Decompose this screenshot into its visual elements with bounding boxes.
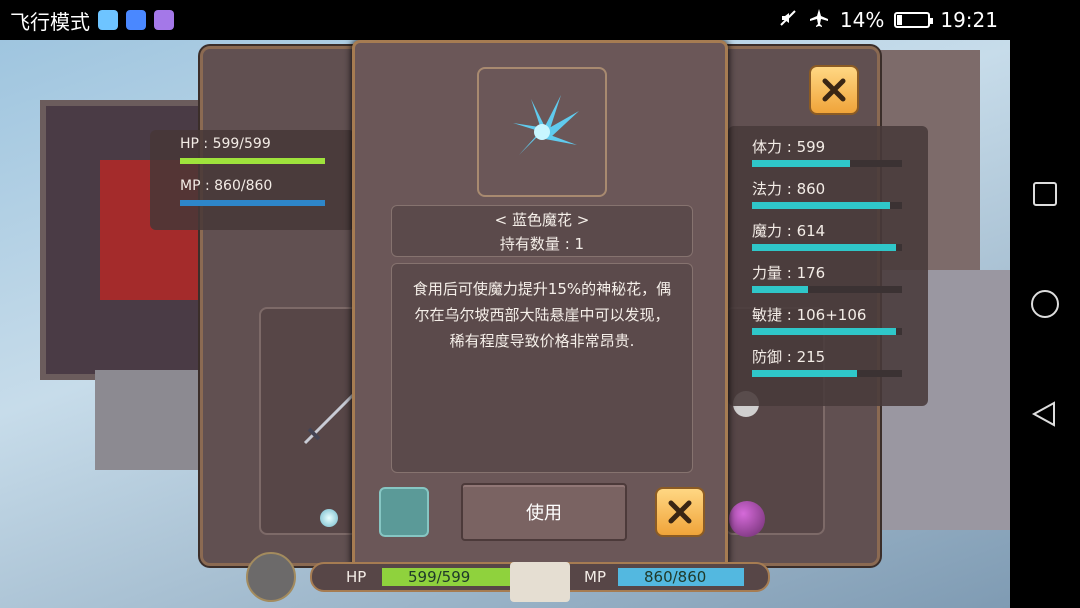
navigation-bar	[1010, 0, 1080, 608]
attribute-row: 体力 : 599	[752, 136, 902, 167]
attributes-panel: 体力 : 599 法力 : 860 魔力 : 614 力量 : 176 敏捷 :…	[728, 126, 928, 406]
battery-percent: 14%	[839, 8, 885, 32]
sword-icon	[299, 389, 359, 453]
attribute-bar	[752, 286, 902, 293]
cards-icon[interactable]	[510, 562, 570, 602]
hud-hp-value: 599/599	[408, 568, 471, 586]
mp-bar-fill	[180, 200, 325, 206]
attribute-label: 法力 : 860	[752, 180, 826, 198]
use-button[interactable]: 使用	[461, 483, 627, 541]
attribute-label: 敏捷 : 106+106	[752, 306, 867, 324]
hud-mp-value: 860/860	[644, 568, 707, 586]
attribute-bar-fill	[752, 202, 890, 209]
attribute-row: 敏捷 : 106+106	[752, 304, 902, 335]
clock: 19:21	[940, 8, 998, 32]
attribute-bar	[752, 370, 902, 377]
mp-bar	[180, 200, 325, 206]
attribute-row: 力量 : 176	[752, 262, 902, 293]
attribute-row: 法力 : 860	[752, 178, 902, 209]
item-name-box: < 蓝色魔花 > 持有数量 : 1	[391, 205, 693, 257]
airplane-icon	[808, 7, 830, 34]
game-scene: HP : 599/599 MP : 860/860 体力 : 599 法力 : …	[0, 40, 1010, 608]
hud-mp-label: MP	[584, 568, 606, 586]
mute-icon	[778, 8, 798, 33]
hp-bar-fill	[180, 158, 325, 164]
hp-label: HP : 599/599	[180, 136, 271, 152]
status-bar: 飞行模式 14% 19:21	[0, 0, 1010, 40]
attribute-bar-fill	[752, 328, 896, 335]
attribute-label: 防御 : 215	[752, 348, 826, 366]
popup-close-button[interactable]	[655, 487, 705, 537]
attribute-bar-fill	[752, 286, 808, 293]
hud-hp-label: HP	[346, 568, 367, 586]
back-button[interactable]	[1025, 394, 1065, 434]
attribute-bar-fill	[752, 160, 850, 167]
attribute-bar-fill	[752, 244, 896, 251]
attribute-label: 体力 : 599	[752, 138, 826, 156]
item-quantity: 持有数量 : 1	[499, 235, 585, 253]
attribute-label: 力量 : 176	[752, 264, 826, 282]
flower-icon	[513, 95, 579, 155]
attribute-bar	[752, 244, 902, 251]
berry-icon	[729, 501, 765, 537]
app-icon-1	[98, 10, 118, 30]
hp-bar	[180, 158, 325, 164]
home-button[interactable]	[1025, 284, 1065, 324]
recent-apps-button[interactable]	[1025, 174, 1065, 214]
attribute-row: 防御 : 215	[752, 346, 902, 377]
attribute-label: 魔力 : 614	[752, 222, 826, 240]
item-slot[interactable]	[379, 487, 429, 537]
stone-wall-left	[95, 370, 205, 470]
panel-close-button[interactable]	[809, 65, 859, 115]
close-icon	[822, 78, 846, 102]
attribute-row: 魔力 : 614	[752, 220, 902, 251]
attribute-bar	[752, 328, 902, 335]
mp-label: MP : 860/860	[180, 178, 273, 194]
battery-icon	[894, 12, 934, 28]
attribute-bar	[752, 202, 902, 209]
item-icon-frame	[477, 67, 607, 197]
app-icon-3	[154, 10, 174, 30]
airplane-mode-label: 飞行模式	[10, 9, 90, 34]
close-icon	[668, 500, 692, 524]
app-icon-2	[126, 10, 146, 30]
orb-icon	[320, 509, 338, 527]
item-name: < 蓝色魔花 >	[494, 211, 590, 229]
item-description: 食用后可使魔力提升15%的神秘花，偶尔在乌尔坡西部大陆悬崖中可以发现，稀有程度导…	[391, 263, 693, 473]
attribute-bar-fill	[752, 370, 857, 377]
settings-icon[interactable]	[246, 552, 296, 602]
attribute-bar	[752, 160, 902, 167]
item-detail-popup: < 蓝色魔花 > 持有数量 : 1 食用后可使魔力提升15%的神秘花，偶尔在乌尔…	[352, 40, 728, 570]
hp-mp-panel: HP : 599/599 MP : 860/860	[150, 130, 355, 230]
